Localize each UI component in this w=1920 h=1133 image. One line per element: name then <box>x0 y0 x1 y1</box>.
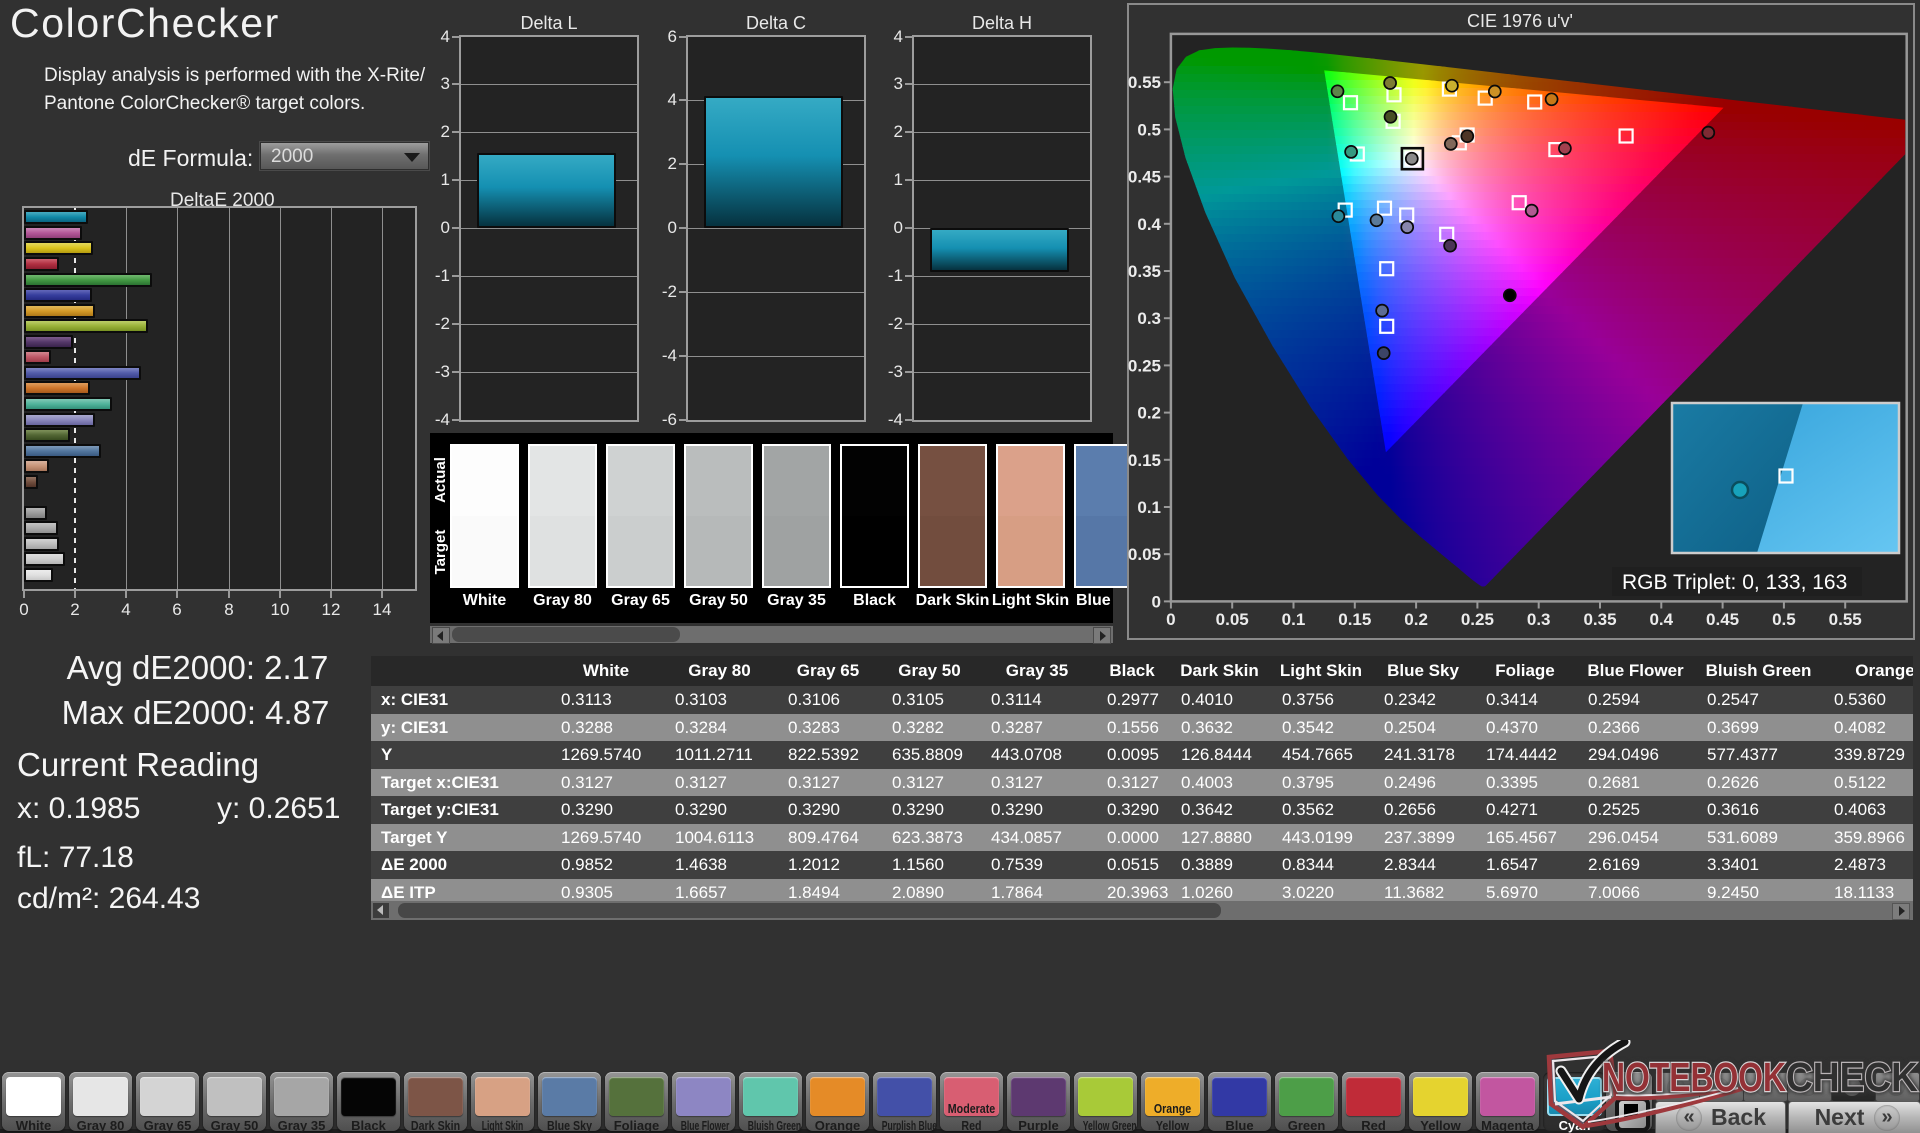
svg-text:0.2: 0.2 <box>1404 610 1428 629</box>
svg-text:0.5: 0.5 <box>1772 610 1796 629</box>
svg-text:0.45: 0.45 <box>1128 168 1161 187</box>
svg-text:0.55: 0.55 <box>1829 610 1862 629</box>
svg-text:0.05: 0.05 <box>1128 545 1161 564</box>
svg-text:0.3: 0.3 <box>1527 610 1551 629</box>
svg-text:0.35: 0.35 <box>1583 610 1616 629</box>
svg-text:0.55: 0.55 <box>1128 73 1161 92</box>
svg-text:0.1: 0.1 <box>1282 610 1306 629</box>
svg-text:0.3: 0.3 <box>1137 309 1161 328</box>
svg-text:0.45: 0.45 <box>1706 610 1739 629</box>
svg-text:0.4: 0.4 <box>1137 215 1161 234</box>
svg-text:0.05: 0.05 <box>1216 610 1249 629</box>
svg-text:NOTEBOOK: NOTEBOOK <box>1602 1054 1786 1100</box>
svg-text:0.4: 0.4 <box>1649 610 1673 629</box>
svg-text:0.2: 0.2 <box>1137 404 1161 423</box>
svg-text:0: 0 <box>1166 610 1175 629</box>
svg-text:0.5: 0.5 <box>1137 120 1161 139</box>
svg-text:0: 0 <box>1152 592 1161 611</box>
svg-text:CHECK: CHECK <box>1786 1054 1918 1100</box>
svg-text:0.15: 0.15 <box>1128 451 1161 470</box>
svg-text:0.15: 0.15 <box>1338 610 1371 629</box>
svg-text:0.35: 0.35 <box>1128 262 1161 281</box>
svg-text:0.1: 0.1 <box>1137 498 1161 517</box>
svg-text:CIE 1976 u'v': CIE 1976 u'v' <box>1467 11 1573 31</box>
svg-text:0.25: 0.25 <box>1128 356 1161 375</box>
svg-text:RGB Triplet: 0, 133, 163: RGB Triplet: 0, 133, 163 <box>1622 571 1847 594</box>
svg-text:0.25: 0.25 <box>1461 610 1494 629</box>
